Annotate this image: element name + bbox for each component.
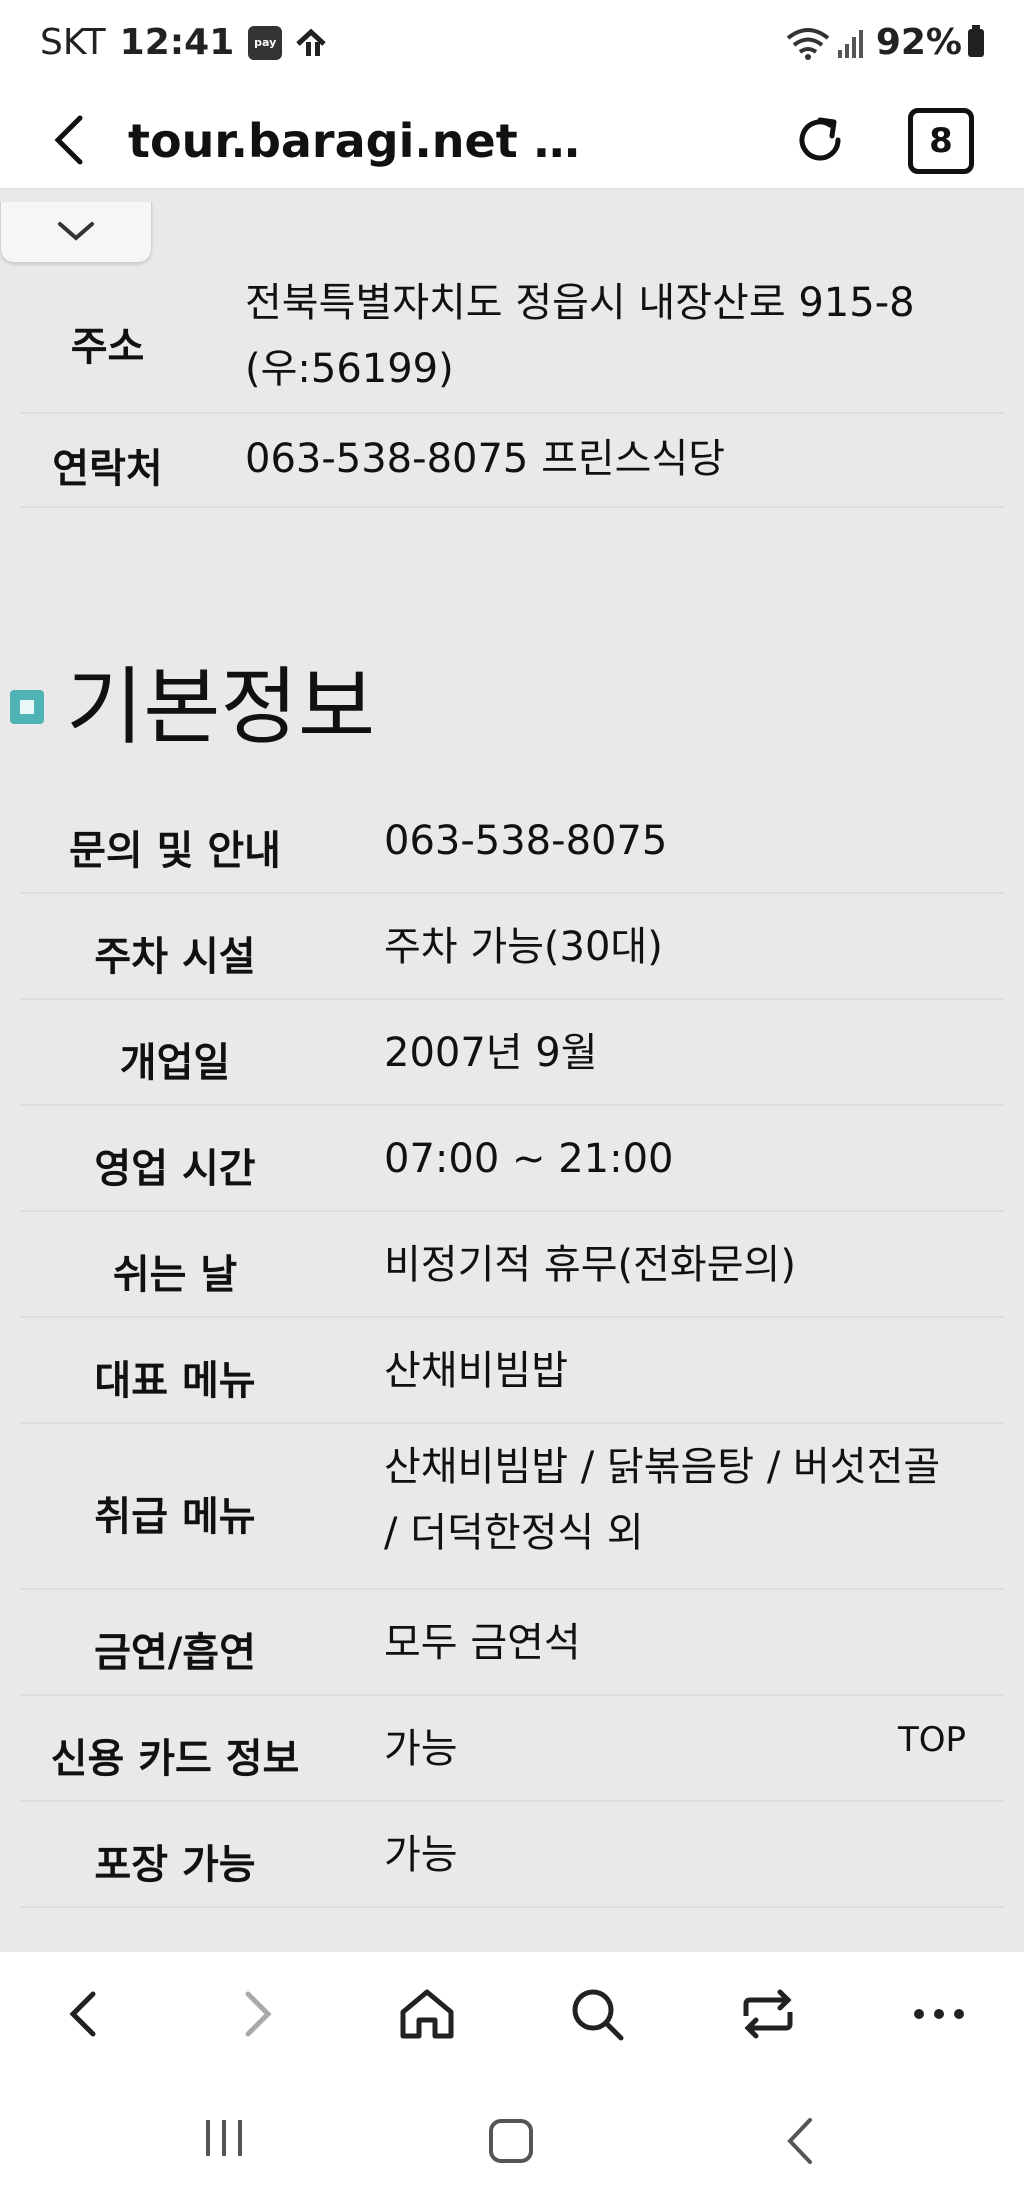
swap-icon[interactable] bbox=[736, 1982, 800, 2046]
info-row: 대표 메뉴 산채비빔밥 bbox=[20, 1318, 1005, 1424]
url-text[interactable]: tour.baragi.net … bbox=[128, 114, 580, 168]
forward-icon[interactable] bbox=[224, 1982, 288, 2046]
chevron-down-icon bbox=[58, 222, 94, 241]
row-label: 연락처 bbox=[52, 446, 163, 492]
info-row-address: 주소 전북특별자치도 정읍시 내장산로 915-8 (우:56199) bbox=[20, 270, 1005, 414]
signal-icon bbox=[837, 29, 863, 58]
row-value: 전북특별자치도 정읍시 내장산로 915-8 bbox=[245, 280, 915, 326]
recent-apps-icon[interactable] bbox=[200, 2116, 250, 2160]
row-label: 영업 시간 bbox=[94, 1146, 256, 1192]
home-icon[interactable] bbox=[395, 1982, 459, 2046]
row-value: (우:56199) bbox=[245, 346, 454, 392]
back-icon[interactable] bbox=[53, 1982, 117, 2046]
clock: 12:41 bbox=[119, 22, 235, 63]
back-arrow-icon[interactable] bbox=[44, 112, 100, 168]
row-value: 비정기적 휴무(전화문의) bbox=[384, 1242, 796, 1288]
tab-count-button[interactable]: 8 bbox=[908, 108, 974, 174]
row-value: 가능 bbox=[384, 1726, 458, 1772]
row-label: 신용 카드 정보 bbox=[50, 1736, 300, 1782]
section-title: 기본정보 bbox=[66, 658, 376, 756]
scroll-top-link[interactable]: TOP bbox=[898, 1720, 966, 1760]
row-value: 07:00 ~ 21:00 bbox=[384, 1136, 674, 1182]
status-left: SKT 12:41 pay bbox=[40, 22, 328, 63]
info-row: 신용 카드 정보 가능 bbox=[20, 1696, 1005, 1802]
row-label: 주차 시설 bbox=[94, 934, 256, 980]
row-value: / 더덕한정식 외 bbox=[384, 1510, 644, 1556]
status-bar: SKT 12:41 pay 92% bbox=[0, 0, 1024, 92]
info-row: 문의 및 안내 063-538-8075 bbox=[20, 788, 1005, 894]
row-value: 산채비빔밥 / 닭볶음탕 / 버섯전골 bbox=[384, 1444, 941, 1490]
info-row: 취급 메뉴 산채비빔밥 / 닭볶음탕 / 버섯전골 / 더덕한정식 외 bbox=[20, 1424, 1005, 1590]
row-value: 가능 bbox=[384, 1832, 458, 1878]
row-label: 금연/흡연 bbox=[94, 1630, 256, 1676]
search-icon[interactable] bbox=[565, 1982, 629, 2046]
collapse-button[interactable] bbox=[0, 202, 152, 263]
info-row: 영업 시간 07:00 ~ 21:00 bbox=[20, 1106, 1005, 1212]
pay-icon: pay bbox=[248, 25, 283, 60]
home-nav-icon[interactable] bbox=[486, 2116, 536, 2166]
row-value: 주차 가능(30대) bbox=[384, 924, 663, 970]
section-bullet-icon bbox=[10, 690, 44, 724]
carrier-label: SKT bbox=[40, 22, 106, 63]
info-row: 금연/흡연 모두 금연석 bbox=[20, 1590, 1005, 1696]
row-label: 취급 메뉴 bbox=[94, 1494, 256, 1540]
battery-icon bbox=[968, 24, 984, 57]
system-nav-bar bbox=[0, 2076, 1024, 2196]
reload-icon[interactable] bbox=[790, 110, 850, 170]
row-value: 모두 금연석 bbox=[384, 1620, 581, 1666]
row-label: 개업일 bbox=[119, 1040, 231, 1086]
wifi-icon bbox=[786, 27, 830, 60]
row-label: 주소 bbox=[70, 324, 145, 370]
info-row-contact: 연락처 063-538-8075 프린스식당 bbox=[20, 414, 1005, 508]
row-value: 산채비빔밥 bbox=[384, 1348, 568, 1394]
row-value[interactable]: 063-538-8075 bbox=[384, 808, 667, 874]
row-value: 2007년 9월 bbox=[384, 1030, 598, 1076]
row-label: 포장 가능 bbox=[94, 1842, 256, 1888]
row-label: 대표 메뉴 bbox=[94, 1358, 256, 1404]
info-row: 포장 가능 가능 bbox=[20, 1802, 1005, 1908]
page-content: 주소 전북특별자치도 정읍시 내장산로 915-8 (우:56199) 연락처 … bbox=[0, 190, 1024, 1952]
status-right: 92% bbox=[786, 22, 984, 63]
row-value[interactable]: 063-538-8075 프린스식당 bbox=[245, 426, 725, 492]
back-nav-icon[interactable] bbox=[780, 2116, 820, 2166]
row-label: 문의 및 안내 bbox=[69, 828, 281, 874]
battery-percent: 92% bbox=[875, 22, 962, 63]
info-row: 쉬는 날 비정기적 휴무(전화문의) bbox=[20, 1212, 1005, 1318]
browser-toolbar bbox=[0, 1952, 1024, 2076]
info-row: 주차 시설 주차 가능(30대) bbox=[20, 894, 1005, 1000]
row-label: 쉬는 날 bbox=[112, 1252, 238, 1298]
address-bar: tour.baragi.net … 8 bbox=[0, 92, 1024, 190]
more-icon[interactable] bbox=[907, 1982, 971, 2046]
upload-icon bbox=[296, 28, 326, 56]
info-row: 개업일 2007년 9월 bbox=[20, 1000, 1005, 1106]
